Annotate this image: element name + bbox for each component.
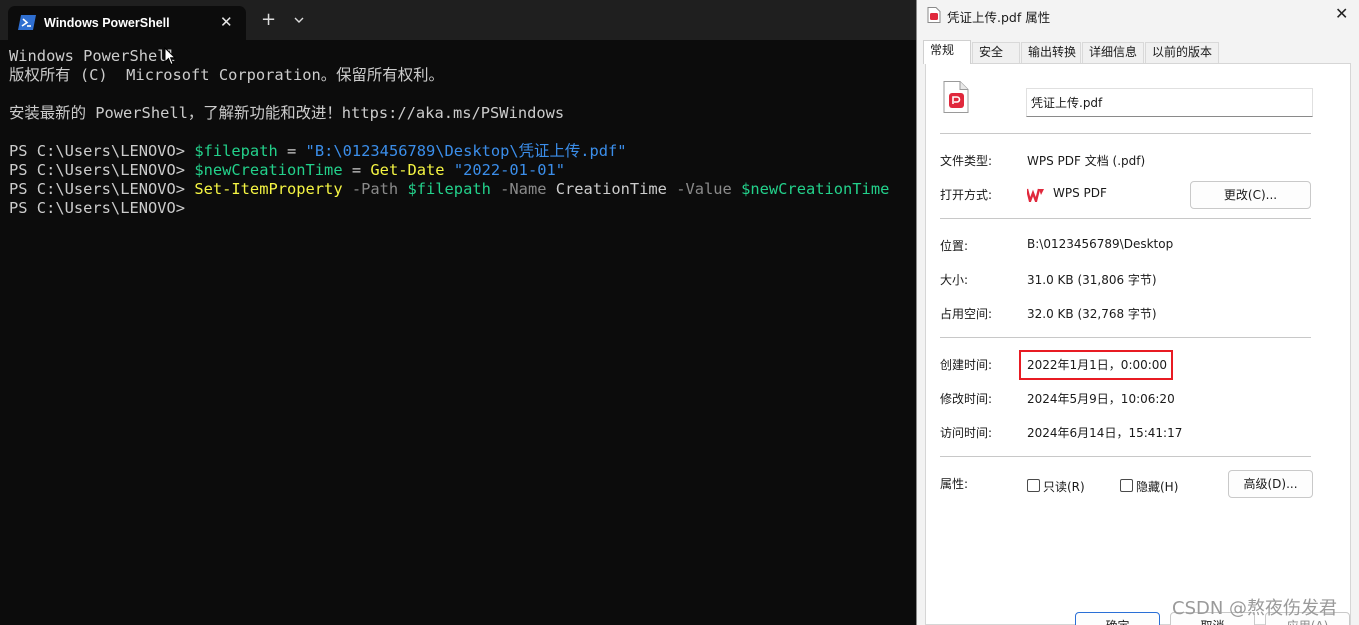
open-with-value: WPS PDF [1053, 186, 1107, 200]
size-label: 大小: [940, 273, 969, 287]
tab-title: Windows PowerShell [44, 16, 170, 30]
terminal-line: 安装最新的 PowerShell，了解新功能和改进！https://aka.ms… [9, 104, 565, 122]
terminal-line: PS C:\Users\LENOVO> $filepath = "B:\0123… [9, 142, 914, 161]
prompt: PS C:\Users\LENOVO> [9, 199, 195, 217]
operator: = [342, 161, 371, 179]
terminal-line: Windows PowerShell [9, 47, 176, 65]
close-icon[interactable]: ✕ [1335, 5, 1348, 23]
modified-value: 2024年5月9日，10:06:20 [1027, 392, 1175, 406]
tab-windows-powershell[interactable]: Windows PowerShell ✕ [8, 6, 246, 40]
variable: $newCreationTime [741, 180, 890, 198]
divider [940, 218, 1311, 219]
change-button[interactable]: 更改(C)... [1190, 181, 1311, 209]
location-label: 位置: [940, 239, 969, 253]
tab-details[interactable]: 详细信息 [1082, 42, 1144, 63]
operator: = [277, 142, 306, 160]
background-window-edge [1351, 0, 1359, 625]
created-label: 创建时间: [940, 358, 993, 372]
terminal-line: 版权所有 (C) Microsoft Corporation。保留所有权利。 [9, 66, 444, 84]
tab-previous-versions[interactable]: 以前的版本 [1145, 42, 1219, 63]
readonly-checkbox[interactable] [1027, 479, 1040, 492]
size-value: 31.0 KB (31,806 字节) [1027, 273, 1157, 287]
prompt: PS C:\Users\LENOVO> [9, 142, 195, 160]
open-with-label: 打开方式: [940, 188, 993, 202]
modified-label: 修改时间: [940, 392, 993, 406]
dialog-title: 凭证上传.pdf 属性 [947, 10, 1051, 25]
powershell-icon [18, 15, 36, 30]
readonly-label[interactable]: 只读(R) [1043, 478, 1085, 495]
mouse-pointer-icon [164, 47, 176, 66]
tab-security[interactable]: 安全 [972, 42, 1020, 63]
prompt: PS C:\Users\LENOVO> [9, 180, 195, 198]
command: Get-Date [370, 161, 445, 179]
accessed-label: 访问时间: [940, 426, 993, 440]
parameter: -Value [666, 180, 742, 198]
divider [940, 456, 1311, 457]
terminal-tab-bar: Windows PowerShell ✕ + [0, 0, 918, 40]
variable: $newCreationTime [194, 161, 343, 179]
file-type-label: 文件类型: [940, 154, 993, 168]
disk-size-value: 32.0 KB (32,768 字节) [1027, 307, 1157, 321]
parameter: -Name [490, 180, 556, 198]
general-panel: 凭证上传.pdf 文件类型: WPS PDF 文档 (.pdf) 打开方式: W… [925, 63, 1351, 625]
ok-button[interactable]: 确定 [1075, 612, 1160, 625]
attributes-label: 属性: [940, 477, 969, 491]
terminal-window: Windows PowerShell ✕ + Windows PowerShel… [0, 0, 918, 625]
argument: CreationTime [555, 180, 667, 198]
hidden-label[interactable]: 隐藏(H) [1136, 478, 1178, 495]
hidden-checkbox[interactable] [1120, 479, 1133, 492]
accessed-value: 2024年6月14日，15:41:17 [1027, 426, 1183, 440]
terminal-line: PS C:\Users\LENOVO> Set-ItemProperty -Pa… [9, 180, 914, 199]
parameter: -Path [342, 180, 408, 198]
disk-size-label: 占用空间: [940, 307, 993, 321]
terminal-output[interactable]: Windows PowerShell 版权所有 (C) Microsoft Co… [9, 47, 914, 218]
advanced-button[interactable]: 高级(D)... [1228, 470, 1313, 498]
highlight-box [1019, 350, 1173, 380]
close-icon[interactable]: ✕ [220, 13, 233, 31]
variable: $filepath [407, 180, 491, 198]
watermark: CSDN @熬夜伤发君 [1172, 598, 1338, 619]
chevron-down-icon[interactable] [292, 13, 306, 27]
properties-dialog: 凭证上传.pdf 属性 ✕ 常规 安全 输出转换 详细信息 以前的版本 凭证上传… [916, 0, 1359, 625]
tab-output-convert[interactable]: 输出转换 [1021, 42, 1081, 63]
plus-icon[interactable]: + [261, 11, 276, 29]
pdf-file-icon [927, 7, 941, 23]
divider [940, 133, 1311, 134]
file-type-value: WPS PDF 文档 (.pdf) [1027, 154, 1146, 168]
wps-icon [1027, 188, 1044, 202]
wps-pdf-file-icon [943, 81, 969, 113]
divider [940, 337, 1311, 338]
terminal-line: PS C:\Users\LENOVO> [9, 199, 914, 218]
tab-general[interactable]: 常规 [923, 40, 971, 64]
terminal-line: PS C:\Users\LENOVO> $newCreationTime = G… [9, 161, 914, 180]
command: Set-ItemProperty [194, 180, 343, 198]
file-name-input[interactable]: 凭证上传.pdf [1026, 88, 1313, 117]
prompt: PS C:\Users\LENOVO> [9, 161, 195, 179]
variable: $filepath [194, 142, 278, 160]
string-literal: "2022-01-01" [444, 161, 566, 179]
location-value: B:\0123456789\Desktop [1027, 237, 1174, 251]
string-literal: "B:\0123456789\Desktop\凭证上传.pdf" [305, 142, 627, 160]
